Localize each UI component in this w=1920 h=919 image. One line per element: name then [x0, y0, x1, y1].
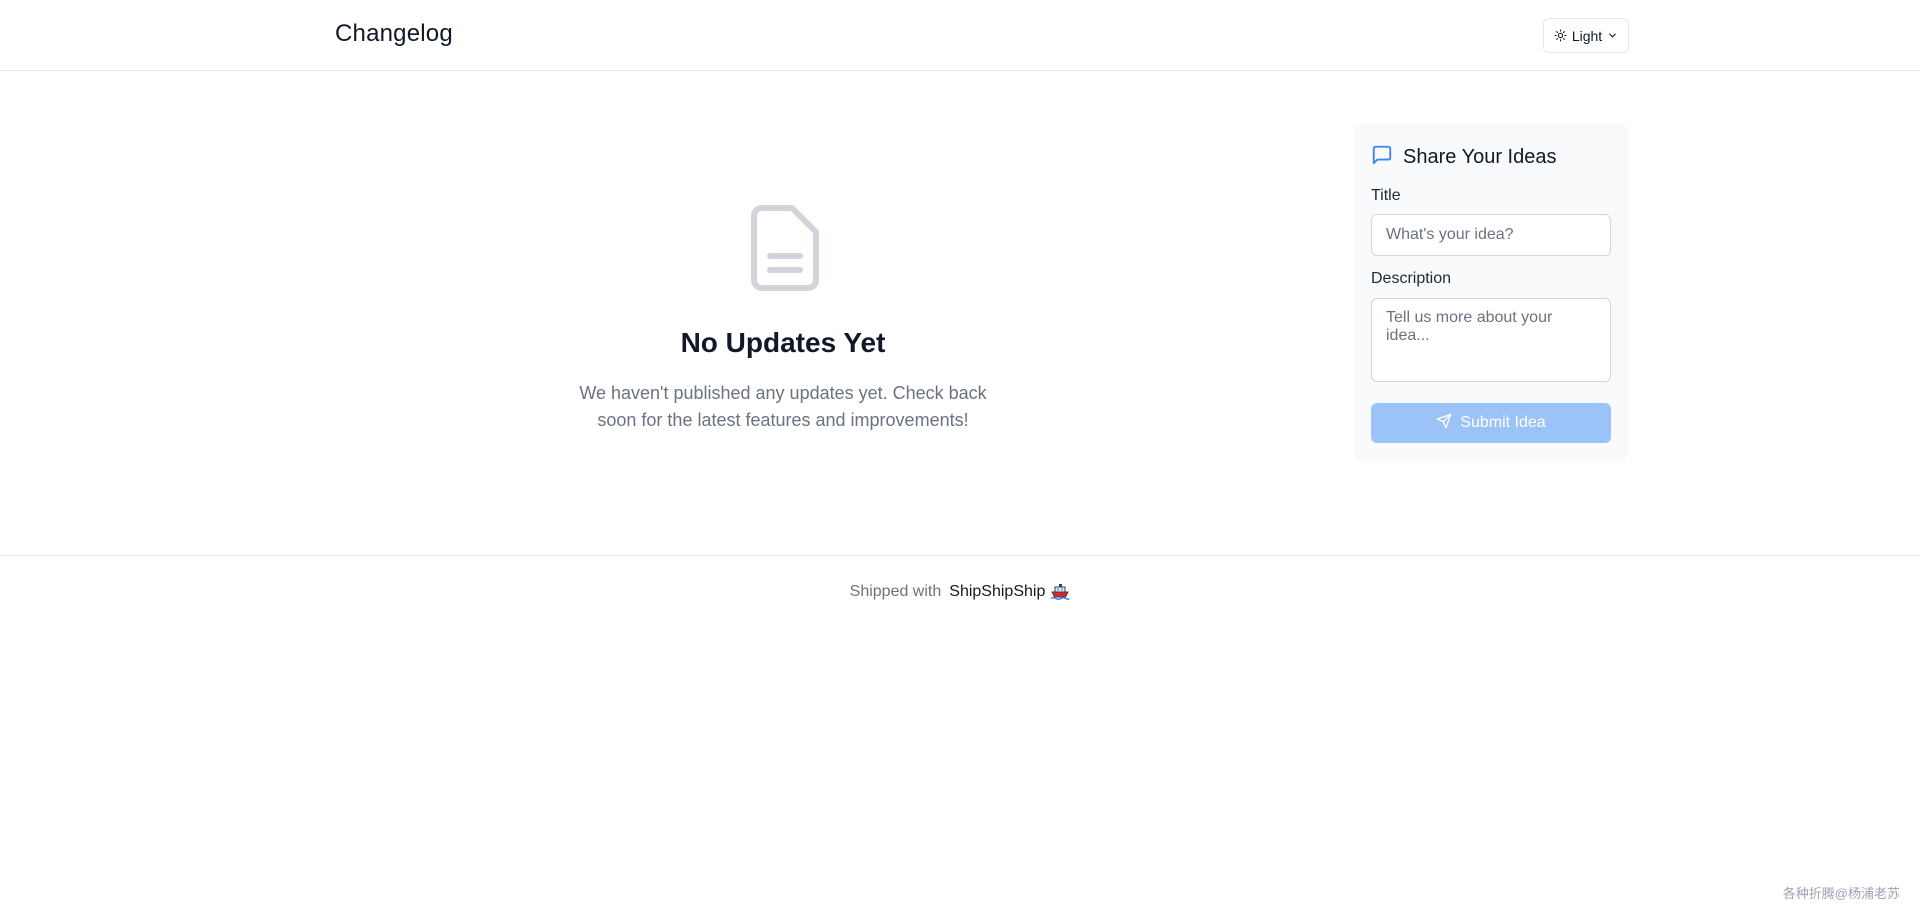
share-ideas-title: Share Your Ideas [1403, 146, 1557, 168]
top-header: Changelog Light [0, 0, 1920, 71]
ship-emoji-icon [1050, 583, 1071, 601]
share-ideas-header: Share Your Ideas [1371, 144, 1556, 171]
submit-idea-button[interactable]: Submit Idea [1371, 403, 1611, 443]
message-square-icon [1371, 144, 1393, 171]
theme-toggle-button[interactable]: Light [1543, 18, 1629, 53]
app-title: Changelog [335, 20, 453, 47]
document-icon [748, 204, 820, 292]
theme-label: Light [1571, 27, 1603, 44]
footer-brand-link[interactable]: ShipShipShip [949, 583, 1045, 601]
description-label: Description [1371, 270, 1452, 287]
share-ideas-card: Share Your Ideas Title Description Submi… [1354, 124, 1628, 461]
sun-icon [1554, 29, 1567, 42]
idea-description-textarea[interactable] [1371, 298, 1611, 382]
idea-title-input[interactable] [1371, 214, 1611, 256]
page-footer: Shipped with ShipShipShip [0, 555, 1920, 600]
send-icon [1436, 413, 1452, 434]
submit-idea-label: Submit Idea [1460, 414, 1546, 431]
empty-state-title: No Updates Yet [680, 327, 886, 358]
chevron-down-icon [1607, 30, 1618, 41]
footer-credit: Shipped with ShipShipShip [0, 583, 1920, 601]
title-label: Title [1371, 187, 1401, 204]
watermark-text: 各种折腾@杨浦老苏 [1782, 886, 1900, 901]
empty-state-description: We haven't published any updates yet. Ch… [579, 383, 987, 430]
footer-prefix: Shipped with [849, 583, 942, 600]
